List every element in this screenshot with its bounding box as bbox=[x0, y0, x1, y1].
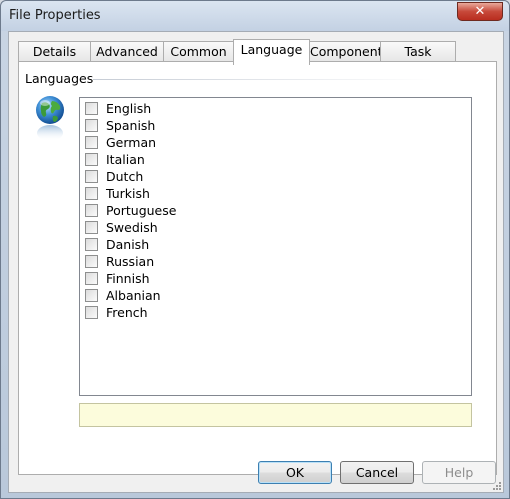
description-box bbox=[79, 403, 472, 427]
language-item-french[interactable]: French bbox=[85, 304, 148, 321]
tab-common[interactable]: Common bbox=[163, 41, 234, 63]
language-item-italian[interactable]: Italian bbox=[85, 151, 145, 168]
portuguese-checkbox[interactable] bbox=[85, 204, 98, 217]
dutch-checkbox[interactable] bbox=[85, 170, 98, 183]
language-item-albanian[interactable]: Albanian bbox=[85, 287, 161, 304]
tab-advanced[interactable]: Advanced bbox=[90, 41, 164, 63]
language-label: Albanian bbox=[106, 288, 161, 303]
language-label: German bbox=[106, 135, 157, 150]
language-item-portuguese[interactable]: Portuguese bbox=[85, 202, 176, 219]
tab-details[interactable]: Details bbox=[18, 41, 91, 63]
danish-checkbox[interactable] bbox=[85, 238, 98, 251]
close-icon: ✕ bbox=[474, 4, 486, 19]
group-separator bbox=[93, 79, 433, 80]
window-title: File Properties bbox=[9, 8, 101, 23]
albanian-checkbox[interactable] bbox=[85, 289, 98, 302]
language-label: Russian bbox=[106, 254, 155, 269]
language-label: French bbox=[106, 305, 148, 320]
language-label: Danish bbox=[106, 237, 150, 252]
german-checkbox[interactable] bbox=[85, 136, 98, 149]
language-item-swedish[interactable]: Swedish bbox=[85, 219, 158, 236]
tab-strip: Details Advanced Common Language Compone… bbox=[18, 39, 456, 65]
language-item-spanish[interactable]: Spanish bbox=[85, 117, 155, 134]
swedish-checkbox[interactable] bbox=[85, 221, 98, 234]
finnish-checkbox[interactable] bbox=[85, 272, 98, 285]
language-label: Dutch bbox=[106, 169, 144, 184]
language-label: Portuguese bbox=[106, 203, 177, 218]
language-label: English bbox=[106, 101, 152, 116]
russian-checkbox[interactable] bbox=[85, 255, 98, 268]
languages-group-label: Languages bbox=[25, 71, 94, 86]
cancel-button[interactable]: Cancel bbox=[340, 461, 414, 484]
dialog-body: Details Advanced Common Language Compone… bbox=[8, 31, 504, 493]
turkish-checkbox[interactable] bbox=[85, 187, 98, 200]
resize-grip-icon[interactable] bbox=[491, 480, 501, 490]
italian-checkbox[interactable] bbox=[85, 153, 98, 166]
help-button[interactable]: Help bbox=[422, 461, 496, 484]
spanish-checkbox[interactable] bbox=[85, 119, 98, 132]
language-item-danish[interactable]: Danish bbox=[85, 236, 149, 253]
language-item-turkish[interactable]: Turkish bbox=[85, 185, 150, 202]
title-bar[interactable]: File Properties ✕ bbox=[1, 1, 509, 31]
language-item-dutch[interactable]: Dutch bbox=[85, 168, 143, 185]
language-item-english[interactable]: English bbox=[85, 100, 151, 117]
languages-checklist[interactable]: English Spanish German Italian Dutch Tur… bbox=[79, 97, 472, 396]
tab-task[interactable]: Task bbox=[380, 41, 456, 63]
file-properties-window: File Properties ✕ Details Advanced Commo… bbox=[0, 0, 510, 499]
language-label: Italian bbox=[106, 152, 145, 167]
language-item-finnish[interactable]: Finnish bbox=[85, 270, 150, 287]
language-label: Turkish bbox=[106, 186, 150, 201]
language-item-russian[interactable]: Russian bbox=[85, 253, 154, 270]
close-button[interactable]: ✕ bbox=[457, 2, 503, 21]
globe-icon bbox=[36, 96, 64, 141]
language-label: Spanish bbox=[106, 118, 156, 133]
ok-button[interactable]: OK bbox=[258, 461, 332, 484]
tab-language[interactable]: Language bbox=[233, 39, 310, 65]
french-checkbox[interactable] bbox=[85, 306, 98, 319]
language-label: Swedish bbox=[106, 220, 158, 235]
language-panel: Languages English Spanish German Italian… bbox=[18, 61, 497, 475]
english-checkbox[interactable] bbox=[85, 102, 98, 115]
language-item-german[interactable]: German bbox=[85, 134, 156, 151]
language-label: Finnish bbox=[106, 271, 150, 286]
tab-component[interactable]: Component bbox=[309, 41, 383, 63]
